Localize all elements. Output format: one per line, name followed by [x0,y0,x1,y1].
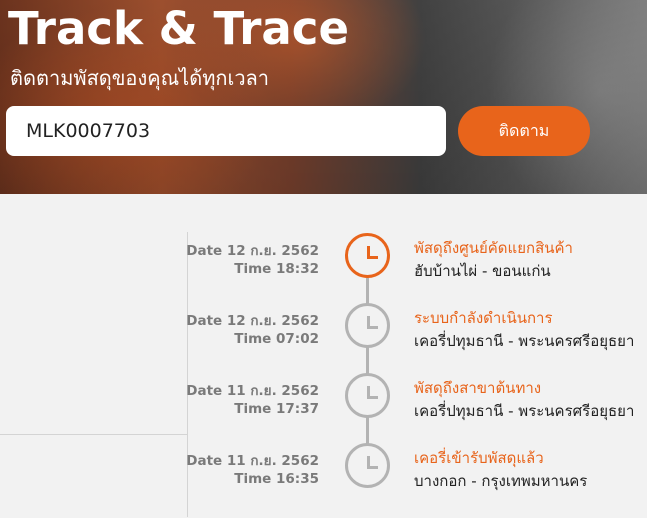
entry-time: Time 07:02 [234,331,319,347]
page-title: Track & Trace [8,2,349,55]
hero-banner: Track & Trace ติดตามพัสดุของคุณได้ทุกเวล… [0,0,647,194]
entry-time: Time 16:35 [234,471,319,487]
entry-date: Date 12 ก.ย. 2562 [186,313,319,329]
clock-icon [345,373,390,418]
entry-status: พัสดุถึงศูนย์คัดแยกสินค้า [414,239,573,257]
entry-status: ระบบกำลังดำเนินการ [414,309,553,327]
timeline-entry: Date 12 ก.ย. 2562 Time 18:32 พัสดุถึงศูน… [0,233,647,308]
entry-location: เคอรี่ปทุมธานี - พระนครศรีอยุธยา [414,332,635,350]
timeline-entry: Date 11 ก.ย. 2562 Time 16:35 เคอรี่เข้าร… [0,443,647,518]
entry-date: Date 12 ก.ย. 2562 [186,243,319,259]
clock-icon [345,443,390,488]
tracking-timeline: Date 12 ก.ย. 2562 Time 18:32 พัสดุถึงศูน… [0,194,647,517]
tracking-number-input[interactable] [6,106,446,156]
page-subtitle: ติดตามพัสดุของคุณได้ทุกเวลา [10,66,270,90]
entry-location: เคอรี่ปทุมธานี - พระนครศรีอยุธยา [414,402,635,420]
entry-location: บางกอก - กรุงเทพมหานคร [414,472,588,490]
entry-date: Date 11 ก.ย. 2562 [186,383,319,399]
entry-time: Time 17:37 [234,401,319,417]
entry-status: พัสดุถึงสาขาต้นทาง [414,379,542,397]
clock-icon [345,303,390,348]
entry-status: เคอรี่เข้ารับพัสดุแล้ว [414,449,544,467]
entry-location: ฮับบ้านไผ่ - ขอนแก่น [414,262,551,280]
track-button[interactable]: ติดตาม [458,106,590,156]
entry-time: Time 18:32 [234,261,319,277]
clock-icon [345,233,390,278]
entry-date: Date 11 ก.ย. 2562 [186,453,319,469]
timeline-entry: Date 11 ก.ย. 2562 Time 17:37 พัสดุถึงสาข… [0,373,647,448]
timeline-entry: Date 12 ก.ย. 2562 Time 07:02 ระบบกำลังดำ… [0,303,647,378]
